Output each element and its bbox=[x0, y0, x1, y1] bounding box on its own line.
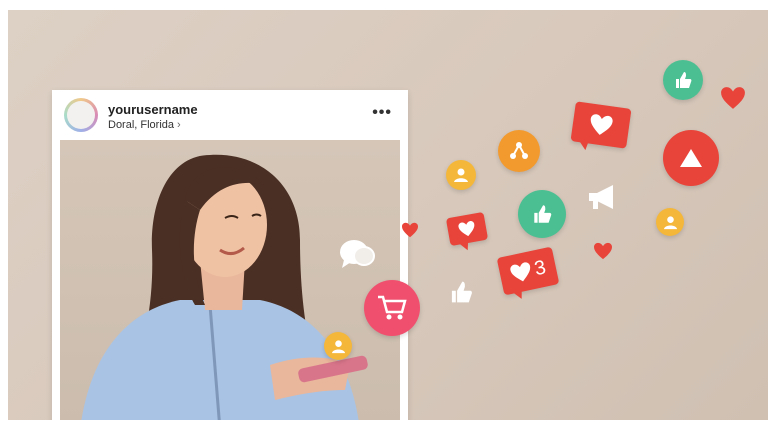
play-icon bbox=[663, 130, 719, 186]
user-icon bbox=[324, 332, 352, 360]
location-text: Doral, Florida bbox=[108, 119, 175, 131]
heart-icon bbox=[593, 242, 613, 260]
thumbs-up-icon bbox=[446, 278, 476, 306]
thumbs-up-icon bbox=[663, 60, 703, 100]
woman-with-phone-illustration bbox=[81, 154, 368, 420]
like-count: 3 bbox=[532, 255, 548, 280]
megaphone-icon bbox=[586, 182, 622, 212]
heart-icon bbox=[401, 222, 419, 238]
post-header: yourusername Doral, Florida › ••• bbox=[52, 90, 408, 138]
chevron-right-icon: › bbox=[177, 119, 181, 131]
avatar[interactable] bbox=[64, 98, 98, 132]
user-icon bbox=[656, 208, 684, 236]
social-media-scene: yourusername Doral, Florida › ••• 3 bbox=[8, 10, 768, 420]
shopping-cart-icon bbox=[364, 280, 420, 336]
user-icon bbox=[446, 160, 476, 190]
thumbs-up-icon bbox=[518, 190, 566, 238]
heart-notification-icon bbox=[445, 211, 489, 247]
username[interactable]: yourusername bbox=[108, 102, 198, 117]
heart-icon bbox=[720, 86, 746, 110]
post-photo bbox=[60, 140, 400, 420]
heart-icon bbox=[510, 262, 531, 282]
heart-notification-icon bbox=[570, 101, 632, 149]
share-icon bbox=[498, 130, 540, 172]
chat-bubbles-icon bbox=[338, 238, 378, 272]
more-options-icon[interactable]: ••• bbox=[372, 104, 392, 122]
location[interactable]: Doral, Florida › bbox=[108, 119, 181, 131]
like-count-notification: 3 bbox=[496, 246, 560, 296]
